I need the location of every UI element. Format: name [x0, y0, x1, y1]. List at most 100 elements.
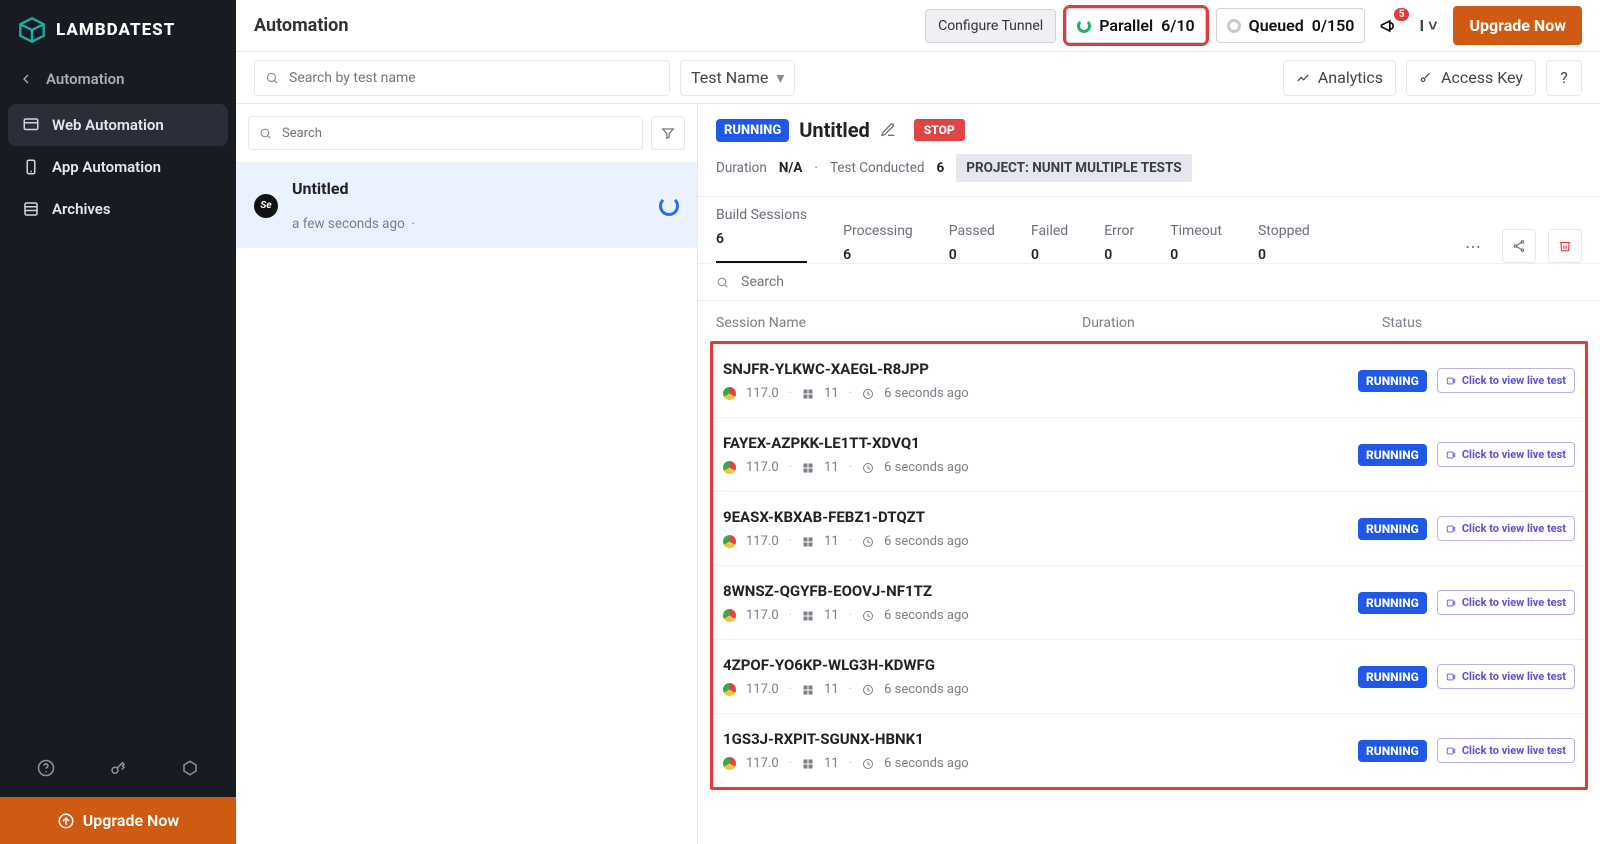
search-tests[interactable] — [254, 60, 670, 96]
detail-header: RUNNING Untitled STOP Duration N/A · Tes… — [698, 104, 1600, 197]
live-icon — [1446, 376, 1456, 386]
subbar: Test Name ▾ Analytics Access Key ? — [236, 52, 1600, 104]
session-status-badge: RUNNING — [1358, 444, 1427, 466]
view-live-test-button[interactable]: Click to view live test — [1437, 442, 1575, 467]
access-key-button[interactable]: Access Key — [1406, 60, 1536, 96]
stat-timeout[interactable]: Timeout0 — [1170, 223, 1222, 263]
status-badge: RUNNING — [716, 119, 789, 142]
chrome-icon — [723, 683, 736, 696]
cube-icon[interactable] — [179, 757, 201, 779]
sidebar-nav: Web AutomationApp AutomationArchives — [0, 100, 236, 234]
analytics-icon — [1296, 71, 1310, 85]
view-live-test-button[interactable]: Click to view live test — [1437, 516, 1575, 541]
live-icon — [1446, 746, 1456, 756]
help-icon[interactable] — [35, 757, 57, 779]
session-status-badge: RUNNING — [1358, 666, 1427, 688]
session-row[interactable]: 8WNSZ-QGYFB-EOOVJ-NF1TZ117.0·11·6 second… — [713, 565, 1585, 639]
sidebar-item-web-automation[interactable]: Web Automation — [8, 104, 228, 146]
sessions-search-input[interactable] — [741, 274, 1582, 290]
parallel-indicator[interactable]: Parallel 6/10 — [1066, 8, 1205, 43]
stat-stopped[interactable]: Stopped0 — [1258, 223, 1310, 263]
builds-list-pane: SeUntitleda few seconds ago · — [236, 104, 698, 844]
sidebar-upgrade-button[interactable]: Upgrade Now — [0, 797, 236, 844]
brand-logo-icon — [18, 16, 46, 44]
view-live-test-button[interactable]: Click to view live test — [1437, 590, 1575, 615]
brand-logo: LAMBDATEST — [0, 0, 236, 58]
key-icon — [1419, 71, 1433, 85]
session-row[interactable]: FAYEX-AZPKK-LE1TT-XDVQ1117.0·11·6 second… — [713, 417, 1585, 491]
upgrade-icon — [57, 812, 75, 830]
share-button[interactable] — [1502, 229, 1536, 263]
user-menu[interactable]: I ˅ — [1413, 16, 1443, 36]
sidebar: LAMBDATEST Automation Web AutomationApp … — [0, 0, 236, 844]
sessions-search — [698, 263, 1600, 301]
selenium-badge-icon: Se — [254, 194, 278, 218]
view-live-test-button[interactable]: Click to view live test — [1437, 664, 1575, 689]
configure-tunnel-button[interactable]: Configure Tunnel — [925, 9, 1056, 43]
stat-processing[interactable]: Processing6 — [843, 223, 913, 263]
parallel-label: Parallel — [1099, 16, 1153, 35]
clock-icon — [862, 388, 874, 400]
builds-filter-button[interactable] — [651, 116, 685, 150]
windows-icon — [802, 758, 814, 770]
session-row[interactable]: 4ZPOF-YO6KP-WLG3H-KDWFG117.0·11·6 second… — [713, 639, 1585, 713]
help-button[interactable]: ? — [1546, 60, 1582, 96]
chrome-icon — [723, 609, 736, 622]
key-icon[interactable] — [107, 757, 129, 779]
session-row[interactable]: 1GS3J-RXPIT-SGUNX-HBNK1117.0·11·6 second… — [713, 713, 1585, 787]
stat-error[interactable]: Error0 — [1104, 223, 1134, 263]
main-panels: SeUntitleda few seconds ago · RUNNING Un… — [236, 104, 1600, 844]
stop-button[interactable]: STOP — [914, 119, 965, 141]
live-icon — [1446, 524, 1456, 534]
build-title: Untitled — [799, 118, 870, 142]
build-detail-pane: RUNNING Untitled STOP Duration N/A · Tes… — [698, 104, 1600, 844]
loading-spinner-icon — [659, 196, 679, 216]
more-button[interactable]: ⋯ — [1456, 229, 1490, 263]
edit-icon[interactable] — [880, 122, 896, 138]
notifications-button[interactable]: 5 — [1375, 12, 1403, 40]
search-icon — [265, 71, 279, 85]
sidebar-item-archives[interactable]: Archives — [8, 188, 228, 230]
parallel-ring-icon — [1077, 19, 1091, 33]
search-tests-input[interactable] — [289, 70, 659, 86]
sidebar-bottom-icons — [0, 739, 236, 797]
sidebar-item-app-automation[interactable]: App Automation — [8, 146, 228, 188]
delete-button[interactable] — [1548, 229, 1582, 263]
live-icon — [1446, 598, 1456, 608]
sidebar-section-label: Automation — [46, 70, 125, 88]
share-icon — [1512, 239, 1526, 253]
session-status-badge: RUNNING — [1358, 370, 1427, 392]
session-row[interactable]: SNJFR-YLKWC-XAEGL-R8JPP117.0·11·6 second… — [713, 344, 1585, 417]
queued-indicator[interactable]: Queued 0/150 — [1216, 8, 1366, 43]
test-name-select[interactable]: Test Name ▾ — [680, 60, 795, 96]
upgrade-now-button[interactable]: Upgrade Now — [1453, 6, 1582, 45]
sidebar-section-header[interactable]: Automation — [0, 58, 236, 100]
analytics-button[interactable]: Analytics — [1283, 60, 1396, 96]
chrome-icon — [723, 535, 736, 548]
session-status-badge: RUNNING — [1358, 518, 1427, 540]
queued-value: 0/150 — [1312, 16, 1355, 35]
search-icon — [716, 276, 729, 289]
page-title: Automation — [254, 15, 348, 36]
live-icon — [1446, 672, 1456, 682]
session-row[interactable]: 9EASX-KBXAB-FEBZ1-DTQZT117.0·11·6 second… — [713, 491, 1585, 565]
chevron-left-icon — [18, 71, 34, 87]
builds-list: SeUntitleda few seconds ago · — [236, 163, 697, 248]
clock-icon — [862, 536, 874, 548]
stat-failed[interactable]: Failed0 — [1031, 223, 1068, 263]
build-item[interactable]: SeUntitleda few seconds ago · — [236, 163, 697, 248]
parallel-value: 6/10 — [1161, 16, 1195, 35]
view-live-test-button[interactable]: Click to view live test — [1437, 738, 1575, 763]
windows-icon — [802, 536, 814, 548]
windows-icon — [802, 610, 814, 622]
view-live-test-button[interactable]: Click to view live test — [1437, 368, 1575, 393]
sidebar-upgrade-label: Upgrade Now — [83, 811, 179, 830]
sessions-header: Session Name Duration Status — [698, 301, 1600, 341]
session-status-badge: RUNNING — [1358, 592, 1427, 614]
builds-search-input[interactable] — [282, 126, 632, 141]
notifications-badge: 5 — [1394, 8, 1410, 21]
stat-build-sessions[interactable]: Build Sessions6 — [716, 207, 807, 263]
stat-passed[interactable]: Passed0 — [949, 223, 995, 263]
clock-icon — [862, 758, 874, 770]
builds-search[interactable] — [248, 116, 643, 150]
